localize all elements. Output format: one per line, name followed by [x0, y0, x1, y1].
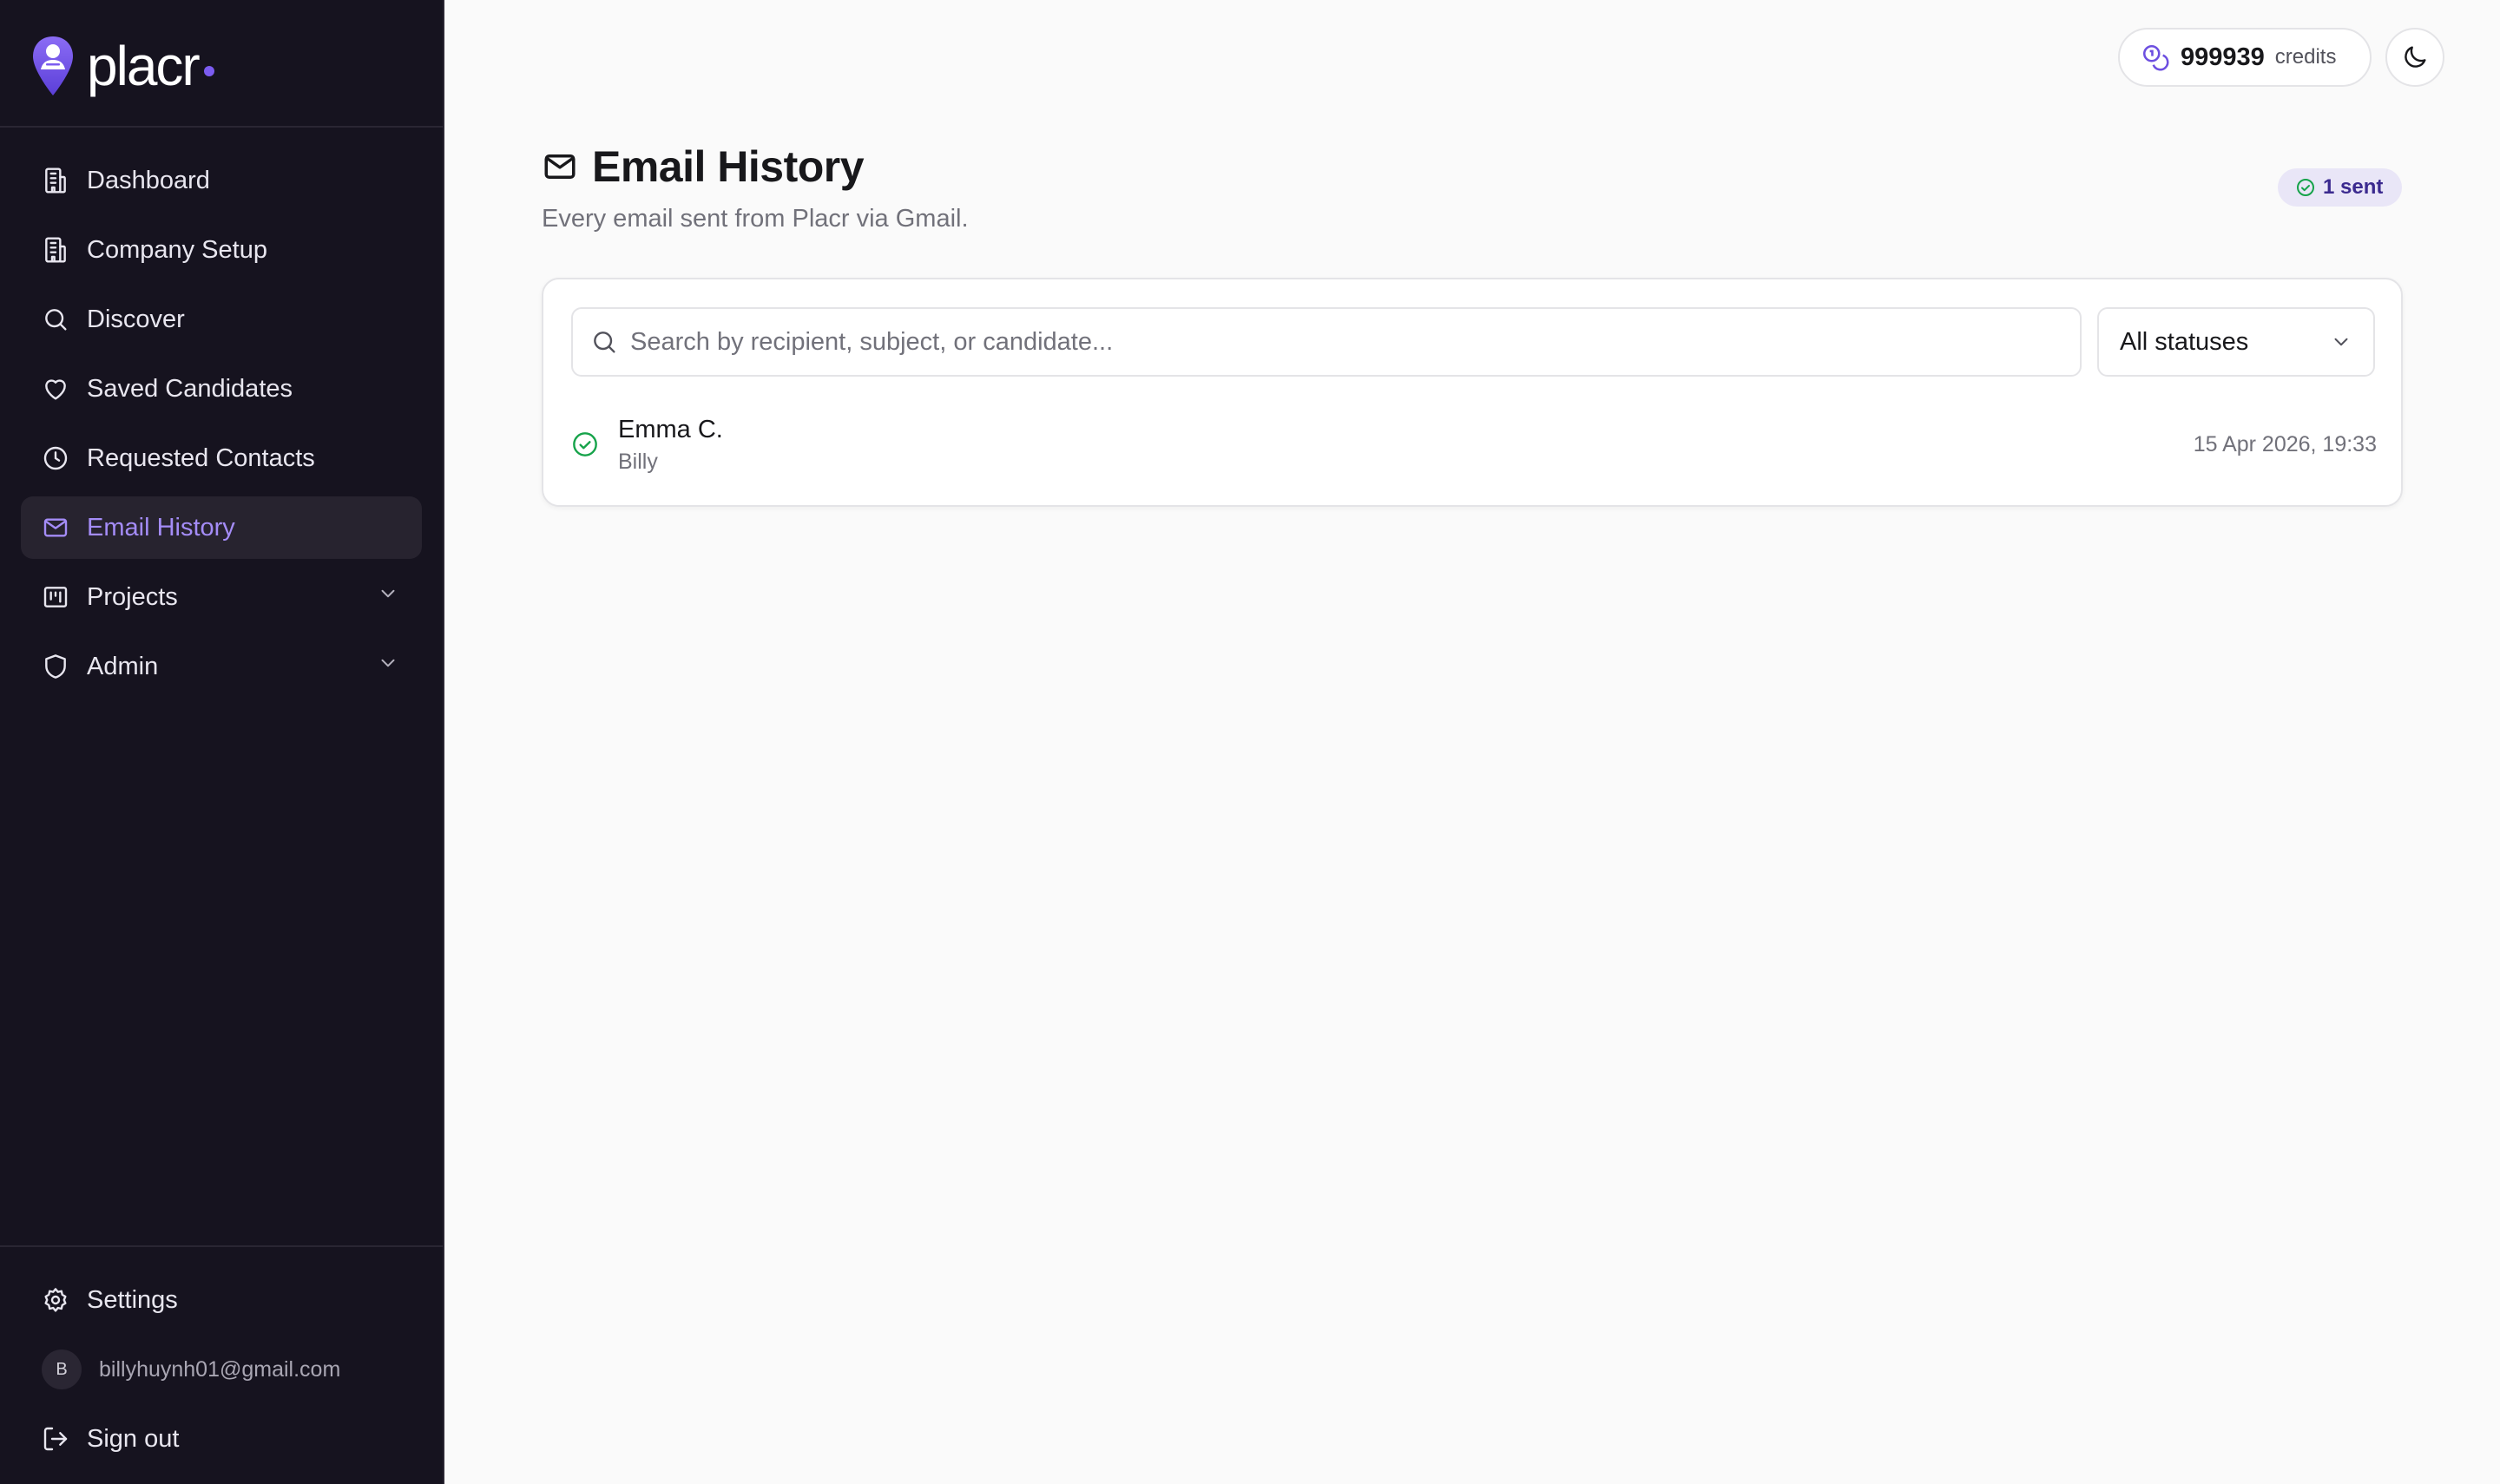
status-filter-value: All statuses [2120, 327, 2249, 356]
divider [0, 1245, 443, 1247]
email-details: Emma C. Billy [618, 412, 2194, 476]
brand-dot [203, 66, 214, 76]
settings-button[interactable]: Settings [21, 1269, 422, 1331]
sidebar-item-saved-candidates[interactable]: Saved Candidates [21, 358, 422, 420]
check-circle-icon [573, 432, 597, 456]
moon-icon [2405, 46, 2426, 68]
sidebar-item-discover[interactable]: Discover [21, 288, 422, 351]
search-icon [594, 332, 615, 353]
chevron-down-icon[interactable] [377, 652, 399, 681]
sidebar-item-label: Discover [87, 305, 185, 333]
status-filter-select[interactable]: All statuses [2097, 307, 2375, 377]
kanban-icon [42, 583, 69, 611]
clock-icon [42, 444, 69, 472]
settings-label: Settings [87, 1285, 178, 1314]
credits-pill[interactable]: 999939 credits [2118, 28, 2372, 87]
sign-out-label: Sign out [87, 1424, 180, 1453]
search-box[interactable] [571, 307, 2082, 377]
theme-toggle-button[interactable] [2385, 28, 2444, 87]
page-header: Email History Every email sent from Plac… [542, 139, 969, 233]
mail-icon [42, 514, 69, 542]
check-circle-icon [2297, 179, 2314, 196]
credits-value: 999939 [2181, 43, 2265, 71]
search-icon [42, 305, 69, 333]
page-title: Email History [592, 142, 865, 191]
email-history-card: All statuses Emma C. Billy 15 Apr 2026, … [542, 278, 2403, 507]
building-icon [42, 167, 69, 194]
sign-out-icon [42, 1425, 69, 1453]
sent-count: 1 sent [2323, 175, 2384, 199]
sidebar-item-dashboard[interactable]: Dashboard [21, 149, 422, 212]
sidebar-item-label: Saved Candidates [87, 374, 293, 403]
sidebar-item-label: Requested Contacts [87, 443, 315, 472]
mail-icon [544, 154, 576, 179]
sidebar-item-label: Dashboard [87, 166, 210, 194]
list-item[interactable]: Emma C. Billy 15 Apr 2026, 19:33 [571, 401, 2377, 488]
sidebar-item-label: Projects [87, 582, 178, 611]
sidebar-item-label: Company Setup [87, 235, 267, 264]
email-recipient: Emma C. [618, 416, 723, 443]
sidebar-item-projects[interactable]: Projects [21, 566, 422, 628]
sign-out-button[interactable]: Sign out [21, 1408, 422, 1470]
search-input[interactable] [630, 327, 2054, 357]
chevron-down-icon [2334, 338, 2348, 346]
app-logo[interactable]: placr [31, 33, 214, 99]
heart-icon [42, 375, 69, 403]
page-subtitle: Every email sent from Placr via Gmail. [542, 205, 969, 233]
email-candidate: Billy [618, 450, 658, 474]
status-badge: 1 sent [2278, 168, 2403, 207]
gear-icon [42, 1286, 69, 1314]
user-email: billyhuynh01@gmail.com [99, 1356, 341, 1382]
credits-label: credits [2274, 45, 2337, 69]
sidebar-item-email-history[interactable]: Email History [21, 496, 422, 559]
divider [0, 126, 443, 128]
sidebar-item-requested-contacts[interactable]: Requested Contacts [21, 427, 422, 489]
avatar: B [42, 1349, 82, 1389]
chevron-down-icon[interactable] [377, 582, 399, 612]
brand-name: placr [87, 35, 201, 97]
sidebar-nav: Dashboard Company Setup Discover Saved C… [21, 149, 422, 705]
sidebar-item-label: Admin [87, 652, 159, 680]
title-row: Email History [542, 139, 969, 194]
sidebar-item-admin[interactable]: Admin [21, 635, 422, 698]
sidebar-item-label: Email History [87, 513, 235, 542]
building-icon [42, 236, 69, 264]
shield-icon [42, 653, 69, 680]
user-profile[interactable]: B billyhuynh01@gmail.com [21, 1338, 422, 1401]
sidebar-item-company-setup[interactable]: Company Setup [21, 219, 422, 281]
sidebar-footer: Settings B billyhuynh01@gmail.com Sign o… [21, 1269, 422, 1477]
sidebar: placr Dashboard Company Setup Discover S… [0, 0, 444, 1484]
coins-icon [2142, 44, 2169, 71]
location-pin-person-icon [33, 36, 73, 95]
email-timestamp: 15 Apr 2026, 19:33 [2193, 431, 2377, 456]
